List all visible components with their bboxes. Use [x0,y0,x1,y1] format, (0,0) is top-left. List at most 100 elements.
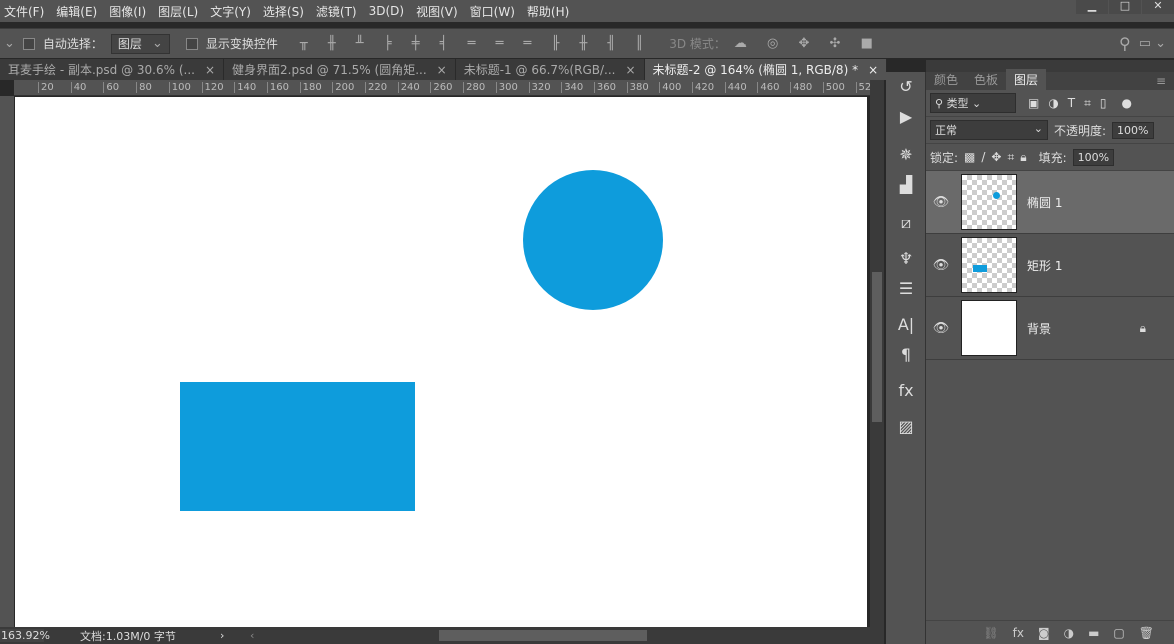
auto-select-dropdown[interactable]: 图层 ⌄ [110,33,170,54]
histogram-icon[interactable]: ▟ [886,170,926,200]
search-icon[interactable]: ⚲ [1119,34,1131,53]
new-layer-icon[interactable]: ▢ [1113,626,1124,640]
tab-doc-2[interactable]: 健身界面2.psd @ 71.5% (圆角矩... × [224,59,456,80]
fill-input[interactable]: 100% [1072,148,1115,166]
menu-3d[interactable]: 3D(D) [365,4,412,18]
menu-edit[interactable]: 编辑(E) [52,3,105,20]
align-icons[interactable]: ╥ ╫ ╨ ╞ ╪ ╡ ═ ═ ═ ╟ ╫ ╢ ║ [300,36,651,51]
visibility-eye-icon[interactable]: 👁︎ [926,258,956,273]
canvas[interactable] [15,97,867,627]
layer-background[interactable]: 👁︎ 背景 🔒︎ [926,297,1174,360]
layer-rectangle[interactable]: 👁︎ 矩形 1 [926,234,1174,297]
ruler-tick: 140 [234,82,256,93]
lock-icons[interactable]: ▩/✥⌗🔒︎ [964,150,1033,165]
restore-button[interactable]: □ [1109,0,1141,14]
visibility-eye-icon[interactable]: 👁︎ [926,321,956,336]
layer-name[interactable]: 矩形 1 [1027,257,1062,274]
menu-bar: 文件(F) 编辑(E) 图像(I) 图层(L) 文字(Y) 选择(S) 滤镜(T… [0,0,1174,22]
menu-type[interactable]: 文字(Y) [206,3,259,20]
tab-doc-4[interactable]: 未标题-2 @ 164% (椭圆 1, RGB/8) * × [644,59,888,80]
brush-settings-icon[interactable]: ☰ [886,274,926,304]
panel-menu-icon[interactable]: ≡ [1148,72,1174,90]
close-icon[interactable]: × [625,63,635,77]
history-icon[interactable]: ↺ [886,72,926,102]
ruler-tick: 20 [38,82,54,93]
menu-help[interactable]: 帮助(H) [523,3,577,20]
layer-name[interactable]: 背景 [1027,320,1051,337]
actions-play-icon[interactable]: ▶ [886,102,926,132]
trash-icon[interactable]: 🗑︎ [1139,626,1154,640]
close-icon[interactable]: × [437,63,447,77]
auto-select-checkbox[interactable] [22,37,35,50]
tab-label: 未标题-1 @ 66.7%(RGB/... [463,63,616,77]
ruler-tick: 500 [822,82,845,93]
tool-preset-chevron-icon[interactable]: ⌄ [4,36,15,51]
workspace-icon[interactable]: ▭ ⌄ [1139,36,1166,51]
tab-label: 健身界面2.psd @ 71.5% (圆角矩... [232,63,427,77]
menu-view[interactable]: 视图(V) [412,3,466,20]
show-transform-checkbox[interactable] [185,37,198,50]
lock-row: 锁定: ▩/✥⌗🔒︎ 填充: 100% [926,144,1174,171]
adjustments-icon[interactable]: ▨ [886,412,926,442]
tab-swatches[interactable]: 色板 [966,69,1006,90]
opacity-input[interactable]: 100% [1112,121,1154,139]
mask-icon[interactable]: ◙ [1038,626,1050,640]
panel-tabs: 颜色 色板 图层 ≡ [926,60,1174,90]
horizontal-scrollbar-thumb[interactable] [439,630,648,641]
group-folder-icon[interactable]: ▬ [1088,626,1099,640]
menu-filter[interactable]: 滤镜(T) [312,3,365,20]
tab-color[interactable]: 颜色 [926,69,966,90]
hscroll-left-icon[interactable]: ‹ [250,629,254,642]
menu-file[interactable]: 文件(F) [0,3,52,20]
filter-type-dropdown[interactable]: ⚲ 类型 ⌄ [930,93,1016,113]
layer-ellipse[interactable]: 👁︎ 椭圆 1 [926,171,1174,234]
navigator-icon[interactable]: ✵ [886,140,926,170]
scrollbar-thumb[interactable] [872,272,882,422]
menu-select[interactable]: 选择(S) [259,3,312,20]
layer-name[interactable]: 椭圆 1 [1027,194,1062,211]
lock-icon[interactable]: 🔒︎ [1140,321,1146,336]
ruler-tick: 40 [70,82,86,93]
menu-image[interactable]: 图像(I) [105,3,154,20]
status-arrow-icon[interactable]: › [220,629,236,642]
character-icon[interactable]: A| [886,310,926,340]
ellipse-shape[interactable] [523,170,663,310]
clone-source-icon[interactable]: ⧄ [886,208,926,238]
link-icon[interactable]: ⛓ [983,626,998,640]
fill-label: 填充: [1038,150,1067,165]
brushes-icon[interactable]: ♆ [886,244,926,274]
ruler-tick: 460 [757,82,779,93]
menu-window[interactable]: 窗口(W) [466,3,523,20]
options-bar: ⌄ 自动选择： 图层 ⌄ 显示变换控件 ╥ ╫ ╨ ╞ ╪ ╡ ═ ═ ═ ╟ ╫… [0,28,1174,58]
ruler-tick: 60 [103,82,119,93]
filter-toggle[interactable]: ● [1122,96,1132,110]
close-icon[interactable]: × [868,63,878,77]
menu-layer[interactable]: 图层(L) [154,3,206,20]
filter-icons[interactable]: ▣◑T⌗▯ [1028,96,1116,111]
tab-label: 耳麦手绘 - 副本.psd @ 30.6% (... [8,63,195,77]
3d-mode-label: 3D 模式： [669,37,726,51]
3d-tool-icons[interactable]: ☁ ◎ ✥ ✣ ■ [734,36,881,51]
rectangle-shape[interactable] [180,382,415,511]
blend-mode-dropdown[interactable]: 正常 ⌄ [930,120,1048,140]
ruler-tick: 52 [855,82,871,93]
ruler-tick: 180 [299,82,322,93]
ruler-tick: 200 [332,82,354,93]
horizontal-ruler: 20 40 60 80 100 120 140 160 180 200 220 240 260 280 30… [14,80,871,96]
fx-icon[interactable]: fx [1013,626,1024,640]
close-button[interactable]: ✕ [1142,0,1174,14]
styles-fx-icon[interactable]: fx [886,376,926,406]
auto-select-label: 自动选择： [42,37,103,51]
visibility-eye-icon[interactable]: 👁︎ [926,195,956,210]
adjustment-layer-icon[interactable]: ◑ [1064,626,1074,640]
tab-doc-3[interactable]: 未标题-1 @ 66.7%(RGB/... × [456,59,645,80]
minimize-button[interactable]: ▁ [1076,0,1108,14]
ruler-tick: 260 [430,82,452,93]
zoom-level[interactable]: 163.92% [0,629,50,642]
tab-layers[interactable]: 图层 [1006,69,1047,90]
panel-icons-column: ↺ ▶ ✵ ▟ ⧄ ♆ ☰ A| ¶ fx ▨ [886,72,926,644]
close-icon[interactable]: × [205,63,215,77]
auto-select-value: 图层 [117,37,142,51]
paragraph-icon[interactable]: ¶ [886,340,926,370]
tab-doc-1[interactable]: 耳麦手绘 - 副本.psd @ 30.6% (... × [0,59,225,80]
